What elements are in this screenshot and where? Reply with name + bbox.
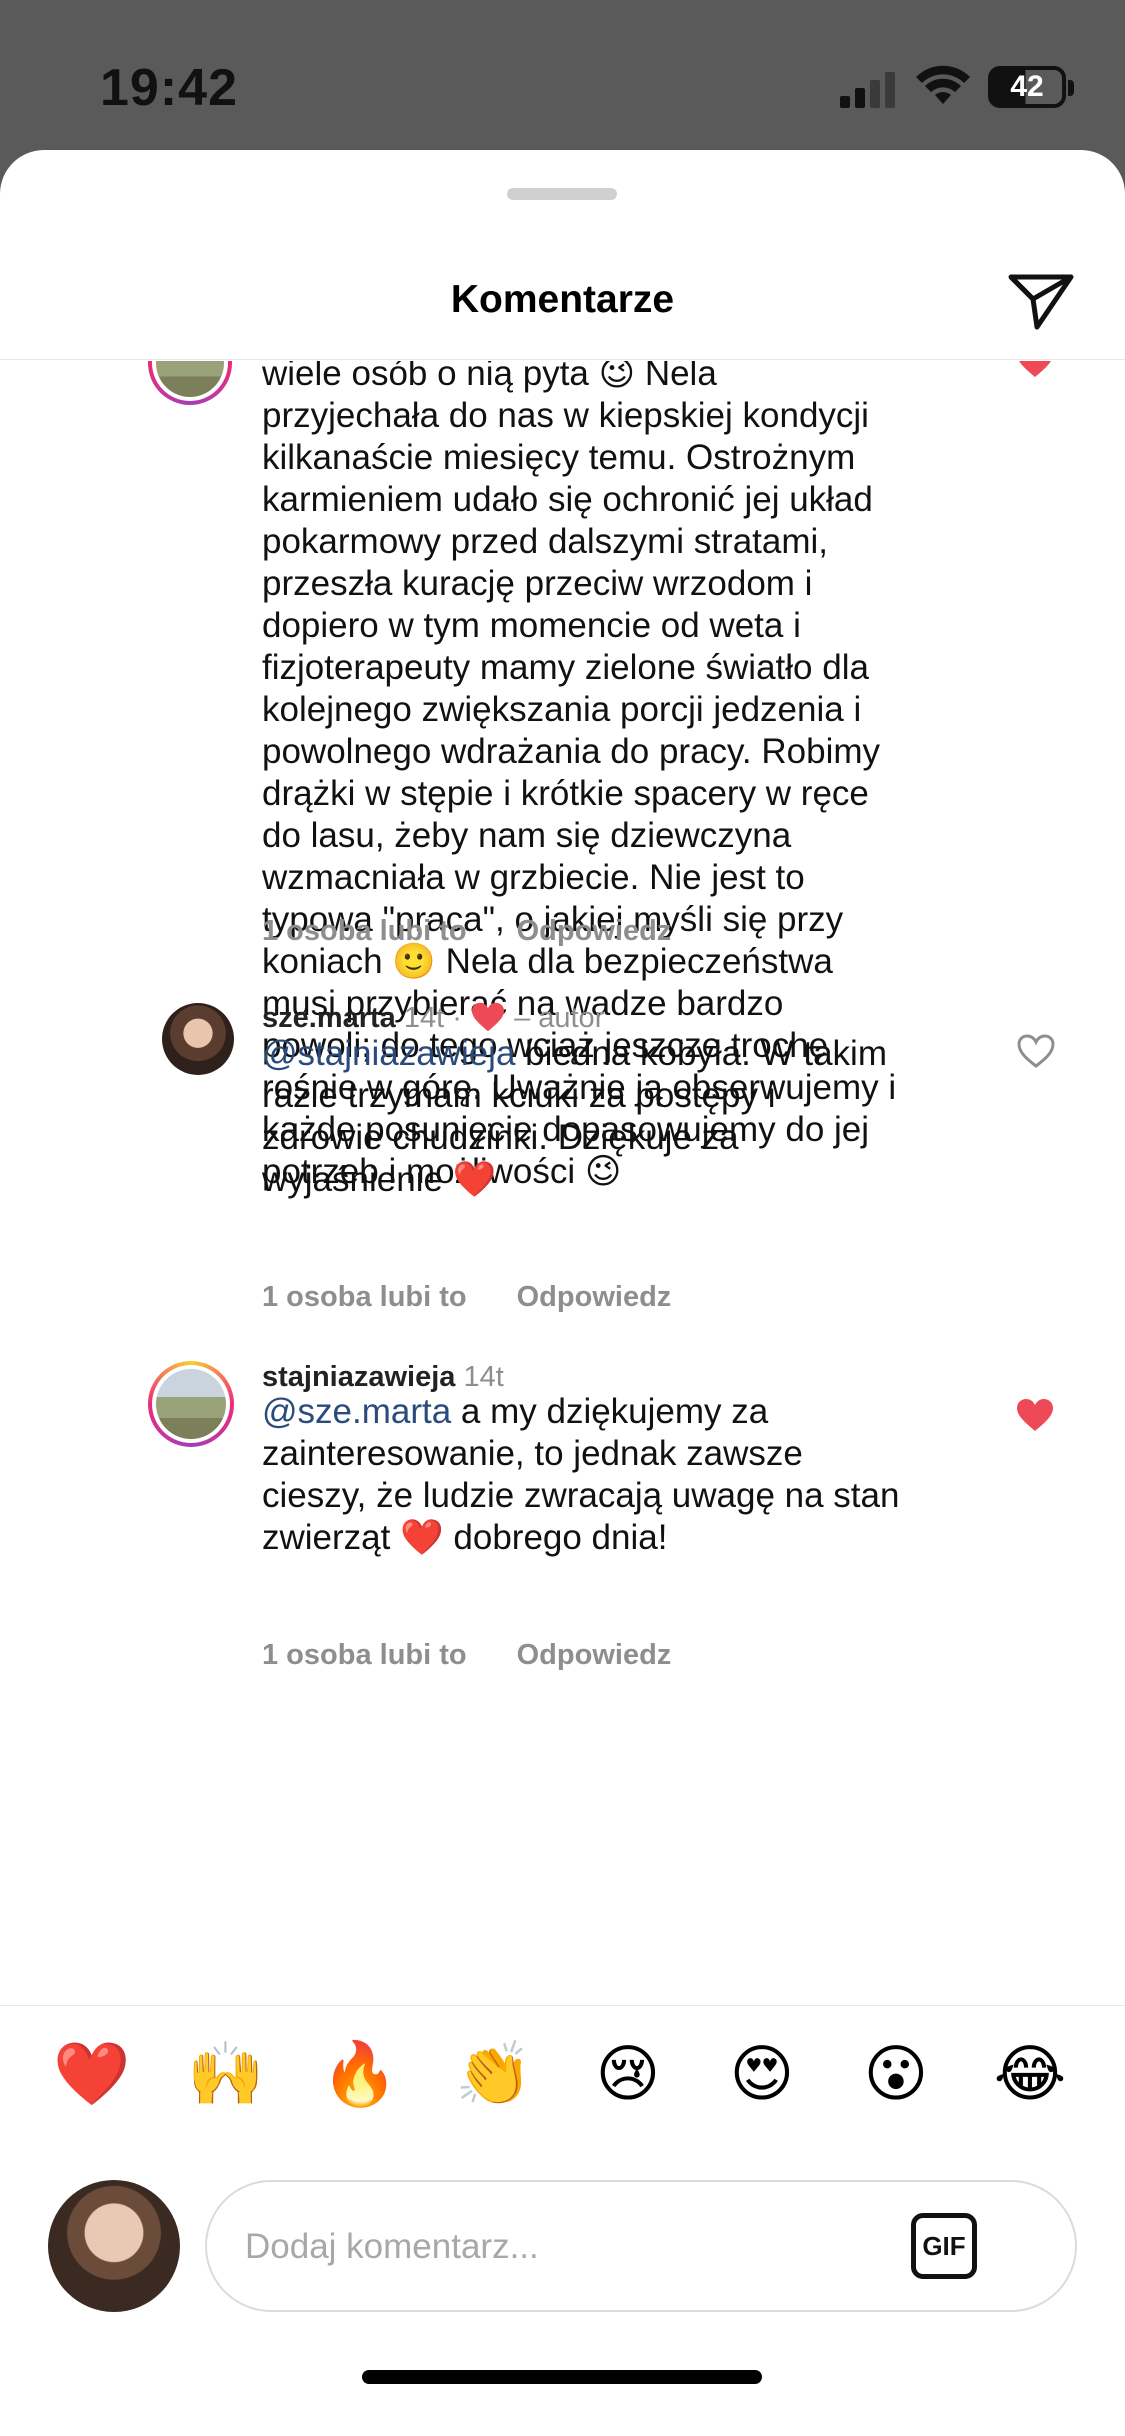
send-icon[interactable]: [1005, 265, 1077, 337]
comment-line: drążki w stępie i krótkie spacery w ręce: [262, 774, 869, 813]
comment-age: 14t: [463, 1361, 504, 1393]
comment-text: @sze.marta a my dziękujemy za zainteresow…: [262, 1391, 962, 1559]
status-bar: 19:42 42: [0, 0, 1125, 150]
home-indicator[interactable]: [362, 2370, 762, 2384]
reaction-fire-button[interactable]: 🔥: [320, 2034, 400, 2114]
gif-button[interactable]: GIF: [911, 2213, 977, 2279]
comment-meta: 1 osoba lubi to Odpowiedz: [262, 1281, 671, 1314]
comment-line: zainteresowanie, to jednak zawsze: [262, 1434, 803, 1473]
author-heart-icon: [472, 1002, 504, 1032]
comments-list[interactable]: wiele osób o nią pyta 😉 Nela przyjechała …: [0, 361, 1125, 2005]
comment-header: stajniazawieja 14t: [262, 1361, 504, 1394]
avatar[interactable]: [162, 1003, 234, 1075]
reaction-crying-button[interactable]: 😢: [588, 2034, 668, 2114]
comment-username[interactable]: sze.marta: [262, 1002, 396, 1034]
comment-line: razie trzymam kciuki za postępy i: [262, 1076, 776, 1115]
reply-button[interactable]: Odpowiedz: [517, 915, 672, 947]
likes-count[interactable]: 1 osoba lubi to: [262, 1281, 467, 1313]
comment-line: powolnego wdrażania do pracy. Robimy: [262, 732, 881, 771]
comment-header: sze.marta 14t · – autor: [262, 1001, 604, 1035]
comment-line: zdrowie chudzinki. Dziękuje za: [262, 1118, 739, 1157]
comment-line: do lasu, żeby nam się dziewczyna: [262, 816, 792, 855]
sheet-grabber[interactable]: [507, 188, 617, 200]
reaction-heart-eyes-button[interactable]: 😍: [722, 2034, 802, 2114]
wifi-icon: [916, 65, 970, 104]
comment-line: karmieniem udało się ochronić jej układ: [262, 480, 873, 519]
avatar[interactable]: [48, 2180, 180, 2312]
comment-meta: 1 osoba lubi to Odpowiedz: [262, 1639, 671, 1672]
comment-line: wiele osób o nią pyta 😉 Nela: [262, 361, 717, 393]
comment-line: kilkanaście miesięcy temu. Ostrożnym: [262, 438, 856, 477]
cellular-signal-icon: [840, 72, 895, 108]
comment-line: przyjechała do nas w kiepskiej kondycji: [262, 396, 869, 435]
comment-line: pokarmowy przed dalszymi stratami,: [262, 522, 828, 561]
comment-text: @stajniazawieja biedna kobyła. W takim ra…: [262, 1033, 962, 1201]
avatar[interactable]: [148, 361, 232, 405]
reaction-heart-button[interactable]: ❤️: [52, 2034, 132, 2114]
battery-tip: [1068, 80, 1074, 96]
heart-filled-icon[interactable]: [1015, 361, 1055, 379]
comment-age: 14t: [403, 1002, 445, 1034]
comment-line: cieszy, że ludzie zwracają uwagę na stan: [262, 1476, 900, 1515]
likes-count[interactable]: 1 osoba lubi to: [262, 1639, 467, 1671]
comment-username[interactable]: stajniazawieja: [262, 1361, 455, 1393]
heart-outline-icon[interactable]: [1016, 1033, 1056, 1069]
comment-line: kolejnego zwiększania porcji jedzenia i: [262, 690, 862, 729]
sheet-header: Komentarze: [0, 210, 1125, 360]
comment-line: fizjoterapeuty mamy zielone światło dla: [262, 648, 869, 687]
separator: ·: [452, 1002, 462, 1034]
comment-line: przeszła kurację przeciw wrzodom i: [262, 564, 813, 603]
mention-link[interactable]: @stajniazawieja: [262, 1034, 515, 1073]
reply-button[interactable]: Odpowiedz: [517, 1281, 672, 1313]
comment-meta: 1 osoba lubi to Odpowiedz: [262, 915, 671, 948]
comment-line: dopiero w tym momencie od weta i: [262, 606, 801, 645]
reaction-clap-button[interactable]: 👏: [454, 2034, 534, 2114]
reaction-surprised-button[interactable]: 😮: [856, 2034, 936, 2114]
author-label: – autor: [514, 1002, 605, 1034]
reaction-raised-hands-button[interactable]: 🙌: [186, 2034, 266, 2114]
reaction-laughing-button[interactable]: 😂: [990, 2034, 1070, 2114]
comment-input[interactable]: [245, 2218, 885, 2276]
comment-line: wyjaśnienie ❤️: [262, 1160, 497, 1199]
reply-button[interactable]: Odpowiedz: [517, 1639, 672, 1671]
comment-line: zwierząt ❤️ dobrego dnia!: [262, 1518, 668, 1557]
comment-input-box[interactable]: GIF: [205, 2180, 1077, 2312]
comment-line: wzmacniała w grzbiecie. Nie jest to: [262, 858, 805, 897]
page-title: Komentarze: [450, 278, 675, 321]
battery-icon: 42: [988, 66, 1066, 108]
likes-count[interactable]: 1 osoba lubi to: [262, 915, 467, 947]
status-time: 19:42: [100, 59, 238, 117]
heart-filled-icon[interactable]: [1015, 1397, 1055, 1433]
comments-sheet: Komentarze wiele osób o nią pyta 😉 Nela p…: [0, 150, 1125, 2436]
comment-line: @sze.marta a my dziękujemy za: [262, 1392, 769, 1431]
quick-reactions-bar: ❤️ 🙌 🔥 👏 😢 😍 😮 😂: [0, 2006, 1125, 2136]
avatar[interactable]: [148, 1361, 234, 1447]
comment-composer: GIF: [0, 2150, 1125, 2350]
comment-line: @stajniazawieja biedna kobyła. W takim: [262, 1034, 887, 1073]
mention-link[interactable]: @sze.marta: [262, 1392, 451, 1431]
